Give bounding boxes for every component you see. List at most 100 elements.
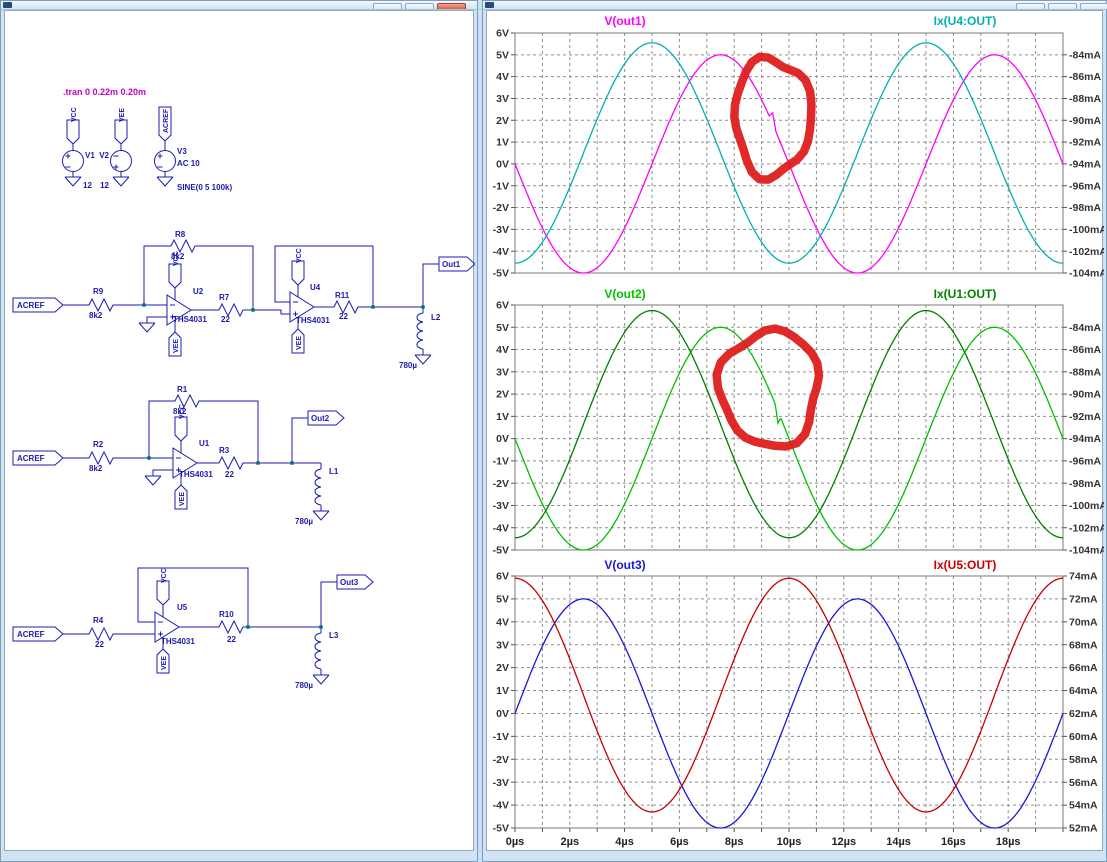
r9-ref[interactable]: R9 [93, 287, 104, 296]
u4-part[interactable]: THS4031 [296, 316, 330, 325]
resistor-r8[interactable] [167, 240, 199, 252]
close-button[interactable] [437, 3, 466, 9]
resistor-r3[interactable] [215, 457, 247, 469]
legend-Ix(U4:OUT)[interactable]: Ix(U4:OUT) [934, 14, 997, 28]
legend-V(out3)[interactable]: V(out3) [604, 558, 645, 572]
v1-ref[interactable]: V1 [85, 151, 95, 160]
port-out3-label[interactable]: Out3 [340, 578, 359, 587]
waveform-canvas[interactable]: 6V5V4V3V2V1V0V-1V-2V-3V-4V-5V-84mA-86mA-… [486, 10, 1103, 851]
net-flag-acref[interactable]: ACREF [163, 108, 170, 133]
l1-ref[interactable]: L1 [329, 467, 339, 476]
u2-part[interactable]: THS4031 [173, 315, 207, 324]
r9-value[interactable]: 8k2 [89, 311, 103, 320]
u5-vcc-flag[interactable] [157, 581, 169, 605]
u2-vee-label[interactable]: VEE [173, 339, 180, 353]
u5-ref[interactable]: U5 [177, 603, 188, 612]
wave-maximize-button[interactable] [1048, 3, 1077, 9]
resistor-r2[interactable] [85, 452, 117, 464]
wave-close-button[interactable] [1080, 3, 1107, 9]
r3-ref[interactable]: R3 [219, 446, 230, 455]
inductor-l1[interactable] [315, 469, 321, 505]
r7-ref[interactable]: R7 [219, 293, 230, 302]
ground-l1[interactable] [313, 511, 329, 520]
schematic-titlebar[interactable] [1, 1, 477, 10]
l1-value[interactable]: 780µ [295, 517, 313, 526]
l3-value[interactable]: 780µ [295, 681, 313, 690]
r8-ref[interactable]: R8 [175, 230, 186, 239]
u4-vee-label[interactable]: VEE [296, 336, 303, 350]
v3-spec[interactable]: AC 10 [177, 159, 200, 168]
net-flag-vee[interactable]: VEE [119, 108, 126, 122]
port-acref-2-label[interactable]: ACREF [17, 454, 45, 463]
r11-value[interactable]: 22 [339, 312, 348, 321]
inductor-l2[interactable] [417, 313, 423, 349]
r10-value[interactable]: 22 [227, 635, 236, 644]
resistor-r4[interactable] [85, 628, 117, 640]
u1-ref[interactable]: U1 [199, 439, 210, 448]
circuit1[interactable]: ACREF R9 8k2 R8 8k2 U2 THS4031 VCC VEE [13, 230, 475, 370]
voltage-source-v2[interactable]: VEE V2 12 [99, 108, 131, 190]
u1-vee-label[interactable]: VEE [179, 492, 186, 506]
r10-ref[interactable]: R10 [219, 610, 234, 619]
ground-l3[interactable] [313, 675, 329, 684]
port-acref-1-label[interactable]: ACREF [17, 301, 45, 310]
r7-value[interactable]: 22 [221, 315, 230, 324]
ground-l2[interactable] [415, 355, 431, 364]
schematic-canvas[interactable]: .tran 0 0.22m 0.20m VCC V1 12 [4, 10, 474, 851]
r2-value[interactable]: 8k2 [89, 464, 103, 473]
port-out1-label[interactable]: Out1 [442, 260, 461, 269]
r2-ref[interactable]: R2 [93, 440, 104, 449]
wires-circuit1[interactable] [63, 246, 439, 355]
l3-ref[interactable]: L3 [329, 631, 339, 640]
wires-circuit3[interactable] [63, 568, 337, 675]
port-acref-3-label[interactable]: ACREF [17, 630, 45, 639]
schematic-drawing[interactable]: .tran 0 0.22m 0.20m VCC V1 12 [5, 11, 475, 852]
r4-value[interactable]: 22 [95, 640, 104, 649]
v3-ref[interactable]: V3 [177, 147, 187, 156]
wave-minimize-button[interactable] [1016, 3, 1045, 9]
waveform-plot[interactable]: 6V5V4V3V2V1V0V-1V-2V-3V-4V-5V-84mA-86mA-… [487, 11, 1104, 852]
circuit3[interactable]: ACREF R4 22 U5 THS4031 VCC VEE R10 22 Ou… [13, 568, 373, 690]
resistor-r7[interactable] [215, 304, 247, 316]
u4-ref[interactable]: U4 [310, 283, 321, 292]
r4-ref[interactable]: R4 [93, 616, 104, 625]
v2-ref[interactable]: V2 [99, 151, 109, 160]
net-flag-vcc[interactable]: VCC [71, 107, 78, 122]
l2-value[interactable]: 780µ [399, 361, 417, 370]
u1-part[interactable]: THS4031 [179, 470, 213, 479]
port-out2-label[interactable]: Out2 [311, 414, 330, 423]
ground-u2-input[interactable] [139, 323, 155, 332]
u4-vcc-flag[interactable] [292, 261, 304, 285]
u2-ref[interactable]: U2 [193, 287, 204, 296]
ground-u1-input[interactable] [145, 476, 161, 485]
inductor-l3[interactable] [315, 633, 321, 669]
u4-vcc-label[interactable]: VCC [296, 248, 303, 263]
resistor-r10[interactable] [215, 621, 247, 633]
voltage-source-v1[interactable]: VCC V1 12 [63, 107, 96, 190]
l2-ref[interactable]: L2 [431, 313, 441, 322]
u2-vcc-flag[interactable] [169, 264, 181, 288]
legend-Ix(U1:OUT)[interactable]: Ix(U1:OUT) [934, 287, 997, 301]
voltage-source-v3[interactable]: ACREF V3 AC 10 SINE(0 5 100k) [155, 107, 233, 192]
u2-vcc-label[interactable]: VCC [173, 251, 180, 266]
v2-value[interactable]: 12 [100, 181, 109, 190]
minimize-button[interactable] [373, 3, 402, 9]
u5-vcc-label[interactable]: VCC [161, 568, 168, 583]
spice-directive[interactable]: .tran 0 0.22m 0.20m [63, 87, 146, 97]
circuit2[interactable]: ACREF R2 8k2 R1 8k2 U1 THS4031 VCC VEE [13, 385, 344, 526]
legend-Ix(U5:OUT)[interactable]: Ix(U5:OUT) [934, 558, 997, 572]
v3-value[interactable]: SINE(0 5 100k) [177, 183, 232, 192]
r3-value[interactable]: 22 [225, 470, 234, 479]
u1-vcc-label[interactable]: VCC [179, 404, 186, 419]
waveform-titlebar[interactable] [483, 1, 1106, 10]
opamp-u2[interactable] [167, 288, 191, 332]
r1-ref[interactable]: R1 [177, 385, 188, 394]
legend-V(out1)[interactable]: V(out1) [604, 14, 645, 28]
v1-value[interactable]: 12 [83, 181, 92, 190]
legend-V(out2)[interactable]: V(out2) [604, 287, 645, 301]
u1-vcc-flag[interactable] [175, 417, 187, 441]
maximize-button[interactable] [405, 3, 434, 9]
resistor-r1[interactable] [171, 395, 203, 407]
u5-part[interactable]: THS4031 [161, 637, 195, 646]
r11-ref[interactable]: R11 [335, 291, 350, 300]
